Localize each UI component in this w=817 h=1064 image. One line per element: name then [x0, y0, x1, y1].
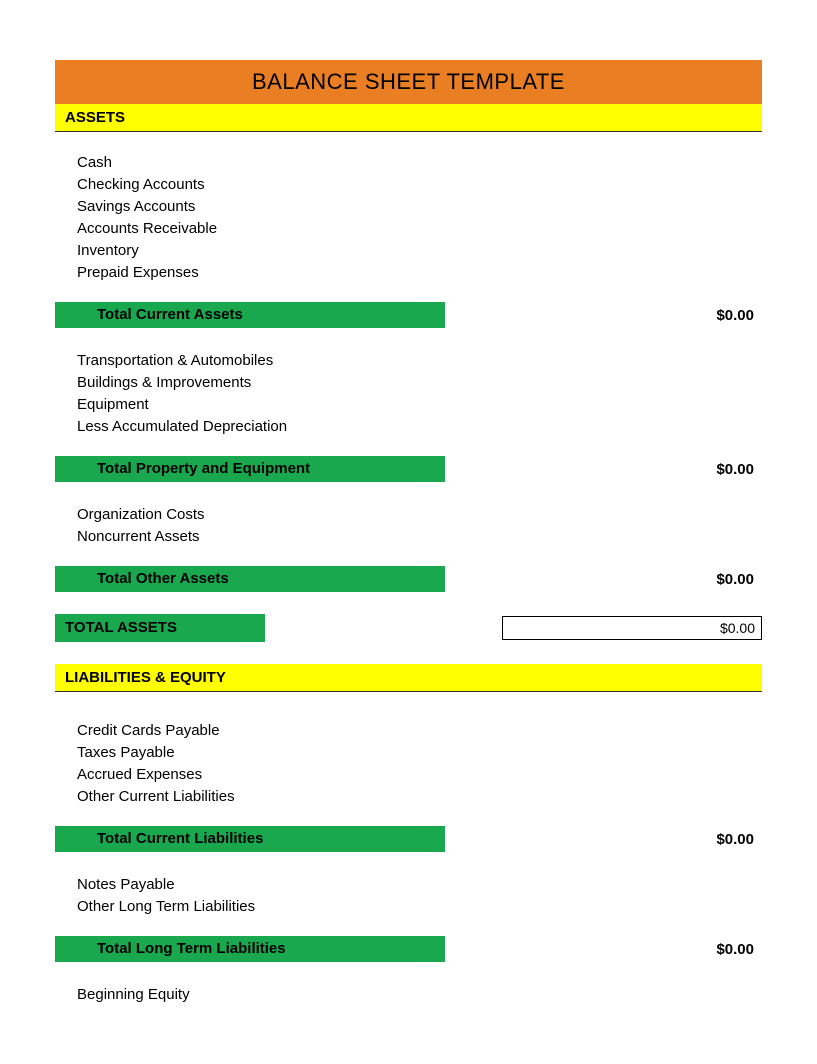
total-label: Total Property and Equipment	[55, 456, 445, 482]
total-label: Total Long Term Liabilities	[55, 936, 445, 962]
line-item: Buildings & Improvements	[77, 372, 762, 394]
line-item: Transportation & Automobiles	[77, 350, 762, 372]
line-item: Checking Accounts	[77, 174, 762, 196]
section-header-assets: ASSETS	[55, 104, 762, 132]
total-value: $0.00	[445, 461, 762, 478]
total-value: $0.00	[445, 307, 762, 324]
current-assets-items: Cash Checking Accounts Savings Accounts …	[55, 132, 762, 302]
total-property-equipment-row: Total Property and Equipment $0.00	[55, 456, 762, 482]
line-item: Organization Costs	[77, 504, 762, 526]
line-item: Beginning Equity	[77, 984, 762, 1006]
line-item: Prepaid Expenses	[77, 262, 762, 284]
section-header-liabilities: LIABILITIES & EQUITY	[55, 664, 762, 692]
other-assets-items: Organization Costs Noncurrent Assets	[55, 484, 762, 566]
line-item: Other Long Term Liabilities	[77, 896, 762, 918]
document-title: BALANCE SHEET TEMPLATE	[55, 60, 762, 104]
property-equipment-items: Transportation & Automobiles Buildings &…	[55, 330, 762, 456]
line-item: Less Accumulated Depreciation	[77, 416, 762, 438]
grand-total-label: TOTAL ASSETS	[55, 614, 265, 642]
total-long-term-liabilities-row: Total Long Term Liabilities $0.00	[55, 936, 762, 962]
line-item: Cash	[77, 152, 762, 174]
total-other-assets-row: Total Other Assets $0.00	[55, 566, 762, 592]
total-label: Total Current Assets	[55, 302, 445, 328]
total-value: $0.00	[445, 571, 762, 588]
current-liabilities-items: Credit Cards Payable Taxes Payable Accru…	[55, 692, 762, 826]
line-item: Savings Accounts	[77, 196, 762, 218]
line-item: Inventory	[77, 240, 762, 262]
line-item: Credit Cards Payable	[77, 720, 762, 742]
line-item: Other Current Liabilities	[77, 786, 762, 808]
equity-items: Beginning Equity	[55, 964, 762, 1024]
total-label: Total Current Liabilities	[55, 826, 445, 852]
total-current-assets-row: Total Current Assets $0.00	[55, 302, 762, 328]
total-assets-row: TOTAL ASSETS $0.00	[55, 614, 762, 642]
total-value: $0.00	[445, 941, 762, 958]
total-current-liabilities-row: Total Current Liabilities $0.00	[55, 826, 762, 852]
line-item: Taxes Payable	[77, 742, 762, 764]
long-term-liabilities-items: Notes Payable Other Long Term Liabilitie…	[55, 854, 762, 936]
total-value: $0.00	[445, 831, 762, 848]
line-item: Noncurrent Assets	[77, 526, 762, 548]
line-item: Equipment	[77, 394, 762, 416]
grand-total-value: $0.00	[502, 616, 762, 640]
line-item: Notes Payable	[77, 874, 762, 896]
total-label: Total Other Assets	[55, 566, 445, 592]
line-item: Accrued Expenses	[77, 764, 762, 786]
line-item: Accounts Receivable	[77, 218, 762, 240]
